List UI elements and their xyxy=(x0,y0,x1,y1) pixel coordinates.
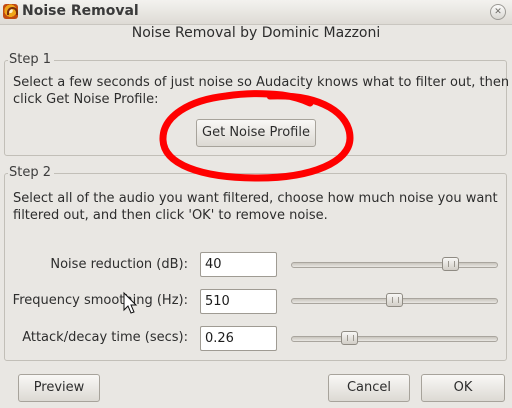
step1-instructions: Select a few seconds of just noise so Au… xyxy=(13,75,510,107)
frequency-smoothing-slider-thumb[interactable] xyxy=(386,293,403,307)
get-noise-profile-button[interactable]: Get Noise Profile xyxy=(196,119,316,147)
window-title: Noise Removal xyxy=(22,3,139,19)
attack-decay-input[interactable]: 0.26 xyxy=(200,326,277,351)
frequency-smoothing-label: Frequency smoothing (Hz): xyxy=(12,293,188,308)
attack-decay-slider-thumb[interactable] xyxy=(341,331,358,345)
audacity-app-icon xyxy=(3,4,18,19)
step2-instructions: Select all of the audio you want filtere… xyxy=(13,191,498,223)
title-bar: Noise Removal ✕ xyxy=(0,0,512,25)
preview-button[interactable]: Preview xyxy=(18,374,100,402)
plugin-header: Noise Removal by Dominic Mazzoni xyxy=(131,25,381,41)
close-icon[interactable]: ✕ xyxy=(490,4,506,20)
ok-button[interactable]: OK xyxy=(421,374,505,402)
noise-reduction-label: Noise reduction (dB): xyxy=(50,257,188,272)
noise-reduction-slider-thumb[interactable] xyxy=(442,257,459,271)
step2-legend: Step 2 xyxy=(8,165,55,180)
attack-decay-slider[interactable] xyxy=(291,331,498,345)
frequency-smoothing-slider[interactable] xyxy=(291,293,498,307)
noise-reduction-input[interactable]: 40 xyxy=(200,252,277,277)
attack-decay-label: Attack/decay time (secs): xyxy=(22,330,188,345)
step1-group: Step 1 Select a few seconds of just nois… xyxy=(4,52,509,156)
noise-reduction-slider[interactable] xyxy=(291,257,498,271)
cancel-button[interactable]: Cancel xyxy=(328,374,410,402)
frequency-smoothing-input[interactable]: 510 xyxy=(200,289,277,314)
step1-legend: Step 1 xyxy=(8,52,55,67)
